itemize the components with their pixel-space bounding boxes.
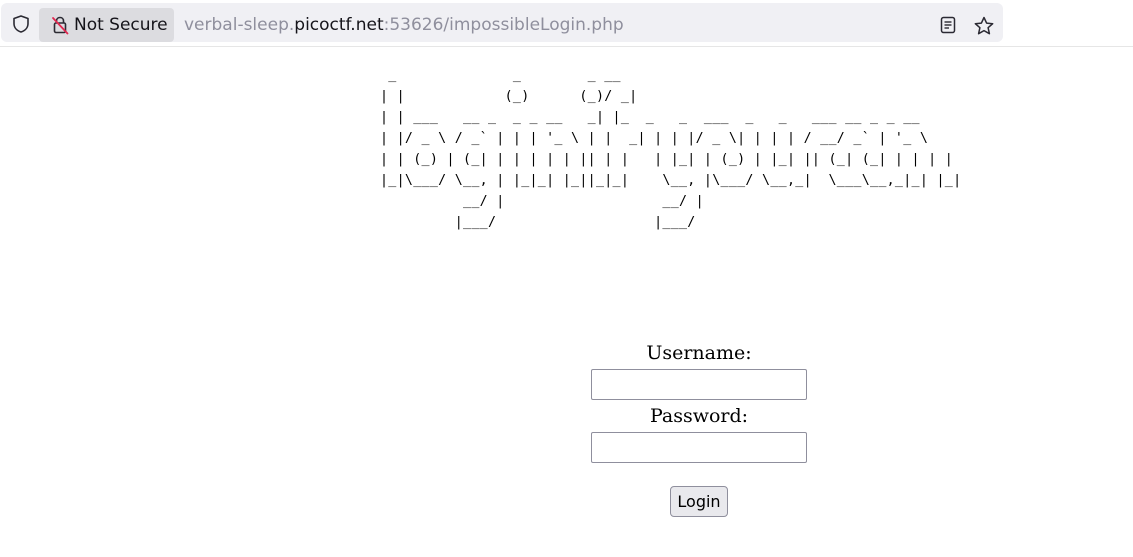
security-label: Not Secure — [74, 15, 168, 35]
password-input[interactable] — [591, 432, 807, 463]
shield-icon[interactable] — [11, 14, 31, 34]
username-label: Username: — [646, 342, 752, 364]
bookmark-star-icon[interactable] — [973, 15, 995, 37]
url-suffix: :53626/impossibleLogin.php — [383, 15, 624, 35]
browser-toolbar: Not Secure verbal-sleep.picoctf.net:5362… — [0, 0, 1133, 47]
ascii-banner: _ _ _ __ | | (_) (_)/ _| | | ___ __ _ _ … — [380, 68, 962, 230]
password-label: Password: — [649, 405, 749, 427]
url-text[interactable]: verbal-sleep.picoctf.net:53626/impossibl… — [184, 15, 624, 35]
login-button[interactable]: Login — [670, 486, 728, 517]
username-input[interactable] — [591, 369, 807, 400]
reader-view-icon[interactable] — [939, 16, 957, 34]
url-host: picoctf.net — [294, 15, 384, 35]
login-form: Username: Password: — [591, 340, 807, 463]
address-bar[interactable]: Not Secure verbal-sleep.picoctf.net:5362… — [1, 3, 1003, 42]
lock-slash-icon — [52, 16, 69, 35]
security-indicator[interactable]: Not Secure — [39, 8, 174, 42]
url-prefix: verbal-sleep. — [184, 15, 295, 35]
